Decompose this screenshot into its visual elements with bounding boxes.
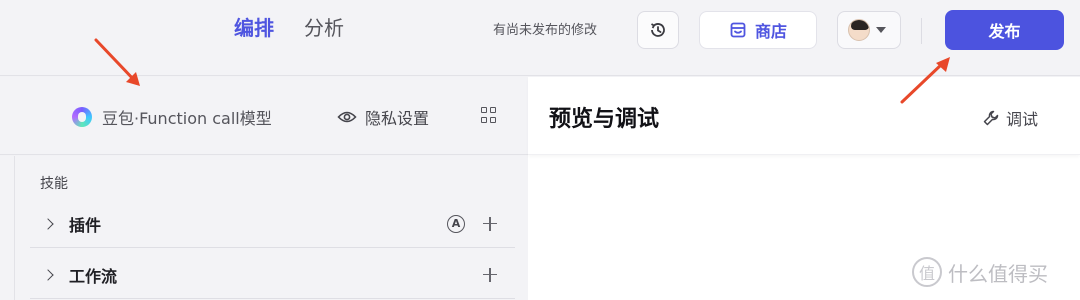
wrench-icon: [983, 110, 999, 126]
top-bar: 编排 分析 有尚未发布的修改 商店 发布: [0, 0, 1080, 76]
avatar: [848, 19, 870, 41]
history-button[interactable]: [637, 11, 679, 49]
divider: [921, 18, 922, 44]
unsaved-changes-text: 有尚未发布的修改: [493, 23, 598, 38]
model-selector[interactable]: 豆包·Function call模型: [72, 105, 272, 129]
doubao-logo-icon: [72, 107, 92, 127]
preview-title: 预览与调试: [549, 107, 660, 132]
store-icon: [730, 22, 746, 38]
store-button[interactable]: 商店: [699, 11, 817, 49]
watermark-logo: 值: [912, 257, 942, 287]
add-icon[interactable]: [483, 216, 497, 231]
chevron-right-icon[interactable]: [42, 268, 54, 281]
left-panel-body: 技能 插件 A 工作流: [0, 156, 528, 300]
watermark-text: 什么值得买: [948, 261, 1048, 286]
auto-icon[interactable]: A: [447, 214, 465, 233]
layout-grid-icon[interactable]: [481, 107, 497, 123]
skill-row-plugins[interactable]: 插件 A: [30, 200, 515, 248]
tab-analyze[interactable]: 分析: [304, 14, 344, 42]
right-panel-header: 预览与调试 调试: [528, 77, 1080, 155]
left-panel-header: 豆包·Function call模型 隐私设置: [0, 77, 528, 155]
store-label: 商店: [754, 22, 787, 41]
skill-label: 插件: [69, 215, 102, 235]
eye-icon: [337, 111, 357, 123]
history-icon: [651, 23, 665, 37]
privacy-settings-button[interactable]: 隐私设置: [337, 105, 429, 129]
model-name: 豆包·Function call模型: [102, 109, 272, 128]
publish-button[interactable]: 发布: [945, 10, 1064, 50]
chevron-right-icon[interactable]: [42, 217, 54, 230]
skill-row-workflow[interactable]: 工作流: [30, 251, 515, 299]
privacy-settings-label: 隐私设置: [365, 109, 430, 128]
skills-section-title: 技能: [40, 176, 68, 192]
watermark: 值 什么值得买: [912, 257, 1048, 287]
left-rail: [14, 156, 15, 300]
caret-down-icon: [876, 27, 886, 33]
debug-label: 调试: [1006, 110, 1039, 129]
account-menu-button[interactable]: [837, 11, 901, 49]
tab-edit[interactable]: 编排: [234, 14, 274, 42]
add-icon[interactable]: [483, 267, 497, 282]
debug-button[interactable]: 调试: [982, 106, 1038, 130]
skill-label: 工作流: [69, 266, 118, 286]
